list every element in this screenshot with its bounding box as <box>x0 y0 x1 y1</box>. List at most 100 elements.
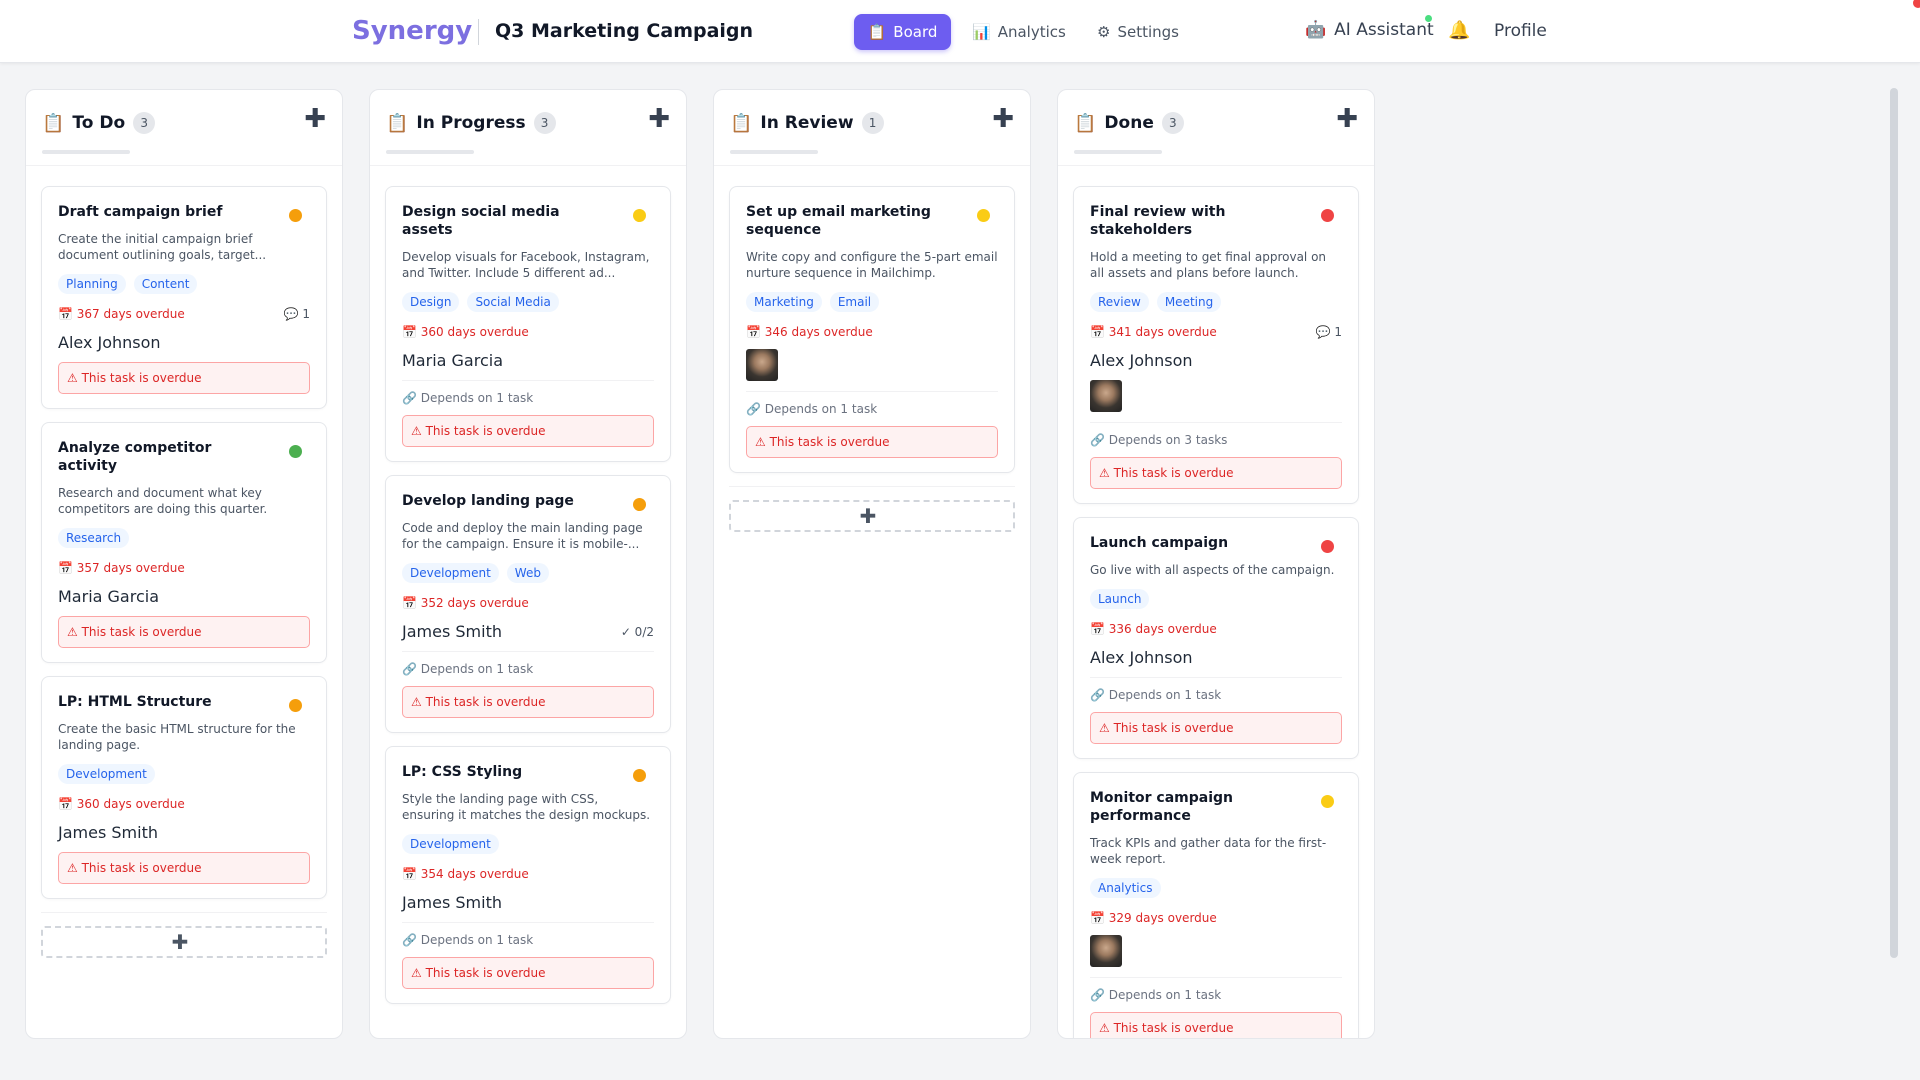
tag-chip[interactable]: Meeting <box>1156 292 1222 312</box>
dependency-info: 🔗 Depends on 1 task <box>1090 677 1342 702</box>
dependency-info: 🔗 Depends on 1 task <box>746 391 998 416</box>
column-title: To Do <box>72 113 126 133</box>
tag-list: Planning Content <box>58 274 310 294</box>
due-date-overdue: 📅 360 days overdue <box>58 797 185 811</box>
due-date-overdue: 📅 367 days overdue <box>58 307 185 321</box>
priority-dot <box>977 209 990 222</box>
task-card[interactable]: Launch campaign Go live with all aspects … <box>1073 517 1359 759</box>
overdue-alert: ⚠ This task is overdue <box>402 415 654 447</box>
brand-logo[interactable]: Synergy <box>352 16 472 46</box>
card-description: Create the basic HTML structure for the … <box>58 722 296 752</box>
tag-list: Launch <box>1090 589 1342 609</box>
nav-board[interactable]: 📋 Board <box>854 14 951 50</box>
task-card[interactable]: Monitor campaign performance Track KPIs a… <box>1073 772 1359 1038</box>
column-progress-bar <box>730 150 818 154</box>
task-card[interactable]: Analyze competitor activity Research and … <box>41 422 327 663</box>
column-count-badge: 3 <box>1161 112 1184 134</box>
card-title: Design social media assets <box>402 204 560 238</box>
tag-chip[interactable]: Review <box>1090 292 1149 312</box>
assignee-name: James Smith <box>402 893 502 912</box>
add-card-area: ✚ <box>729 486 1015 532</box>
nav-board-label: Board <box>893 23 938 41</box>
nav-settings[interactable]: ⚙ Settings <box>1097 14 1179 50</box>
tag-chip[interactable]: Email <box>829 292 880 312</box>
task-card[interactable]: LP: HTML Structure Create the basic HTML … <box>41 676 327 899</box>
assignee-name: James Smith <box>402 622 502 641</box>
comment-count[interactable]: 💬 1 <box>1316 325 1342 339</box>
dependency-info: 🔗 Depends on 1 task <box>402 651 654 676</box>
scrollbar[interactable] <box>1890 88 1898 958</box>
due-date-overdue: 📅 354 days overdue <box>402 867 529 881</box>
overdue-alert: ⚠ This task is overdue <box>58 362 310 394</box>
column-divider <box>26 165 342 166</box>
tag-chip[interactable]: Research <box>58 528 130 548</box>
bell-icon[interactable]: 🔔 <box>1448 20 1470 41</box>
assignee-name: Maria Garcia <box>58 587 159 606</box>
clipboard-icon: 📋 <box>1074 112 1097 134</box>
gear-icon: ⚙ <box>1097 23 1111 41</box>
column-header: 📋 In Review 1 <box>730 112 884 134</box>
priority-dot <box>633 209 646 222</box>
tag-chip[interactable]: Planning <box>58 274 126 294</box>
card-meta: 📅 354 days overdue <box>402 867 654 881</box>
ai-assistant-button[interactable]: 🤖 AI Assistant <box>1305 20 1434 40</box>
task-card[interactable]: Set up email marketing sequence Write cop… <box>729 186 1015 473</box>
tag-list: Development <box>58 764 310 784</box>
add-card-button[interactable]: ✚ <box>729 500 1015 532</box>
robot-icon: 🤖 <box>1305 20 1327 40</box>
add-card-plus-icon[interactable]: ✚ <box>992 106 1014 132</box>
tag-list: Marketing Email <box>746 292 998 312</box>
due-date-overdue: 📅 336 days overdue <box>1090 622 1217 636</box>
assignee-name: Alex Johnson <box>1090 351 1193 370</box>
card-description: Hold a meeting to get final approval on … <box>1090 250 1327 280</box>
task-card[interactable]: Develop landing page Code and deploy the … <box>385 475 671 733</box>
column-title: In Progress <box>416 113 526 133</box>
card-title: Analyze competitor activity <box>58 440 212 474</box>
card-meta: 📅 360 days overdue <box>402 325 654 339</box>
tag-chip[interactable]: Development <box>402 563 499 583</box>
assignee: Alex Johnson <box>58 333 310 352</box>
task-card[interactable]: LP: CSS Styling Style the landing page wi… <box>385 746 671 1004</box>
column-divider <box>370 165 686 166</box>
clipboard-icon: 📋 <box>867 23 887 41</box>
add-card-plus-icon[interactable]: ✚ <box>304 106 326 132</box>
due-date-overdue: 📅 352 days overdue <box>402 596 529 610</box>
comment-count[interactable]: 💬 1 <box>284 307 310 321</box>
task-card[interactable]: Design social media assets Develop visual… <box>385 186 671 462</box>
clipboard-icon: 📋 <box>42 112 65 134</box>
assignee: James Smith <box>402 893 654 912</box>
add-card-plus-icon[interactable]: ✚ <box>648 106 670 132</box>
column-done: 📋 Done 3 ✚ Final review with stakeholders Hol… <box>1057 89 1375 1039</box>
column-progress-bar <box>386 150 474 154</box>
add-card-button[interactable]: ✚ <box>41 926 327 958</box>
plus-icon: ✚ <box>859 504 877 528</box>
nav-analytics[interactable]: 📊 Analytics <box>972 14 1066 50</box>
plus-icon: ✚ <box>171 930 189 954</box>
assignee-avatar <box>746 349 778 381</box>
task-card[interactable]: Draft campaign brief Create the initial c… <box>41 186 327 409</box>
card-title: Launch campaign <box>1090 535 1229 551</box>
tag-list: Development <box>402 834 654 854</box>
tag-chip[interactable]: Development <box>402 834 499 854</box>
overdue-alert: ⚠ This task is overdue <box>1090 712 1342 744</box>
tag-chip[interactable]: Web <box>506 563 549 583</box>
nav-analytics-label: Analytics <box>997 23 1066 41</box>
profile-avatar[interactable]: Profile <box>1494 21 1547 41</box>
top-bar: Synergy Q3 Marketing Campaign 📋 Board 📊 … <box>0 0 1920 63</box>
tag-chip[interactable]: Social Media <box>467 292 559 312</box>
tag-chip[interactable]: Development <box>58 764 155 784</box>
priority-dot <box>1321 540 1334 553</box>
tag-chip[interactable]: Content <box>133 274 198 294</box>
priority-dot <box>633 769 646 782</box>
column-title: In Review <box>760 113 854 133</box>
tag-chip[interactable]: Marketing <box>746 292 822 312</box>
tag-chip[interactable]: Launch <box>1090 589 1150 609</box>
task-card[interactable]: Final review with stakeholders Hold a mee… <box>1073 186 1359 504</box>
column-to-do: 📋 To Do 3 ✚ Draft campaign brief Create the i… <box>25 89 343 1039</box>
assignee-name: Alex Johnson <box>58 333 161 352</box>
dependency-info: 🔗 Depends on 3 tasks <box>1090 422 1342 447</box>
tag-chip[interactable]: Design <box>402 292 460 312</box>
add-card-plus-icon[interactable]: ✚ <box>1336 106 1358 132</box>
tag-chip[interactable]: Analytics <box>1090 878 1161 898</box>
priority-dot <box>289 699 302 712</box>
